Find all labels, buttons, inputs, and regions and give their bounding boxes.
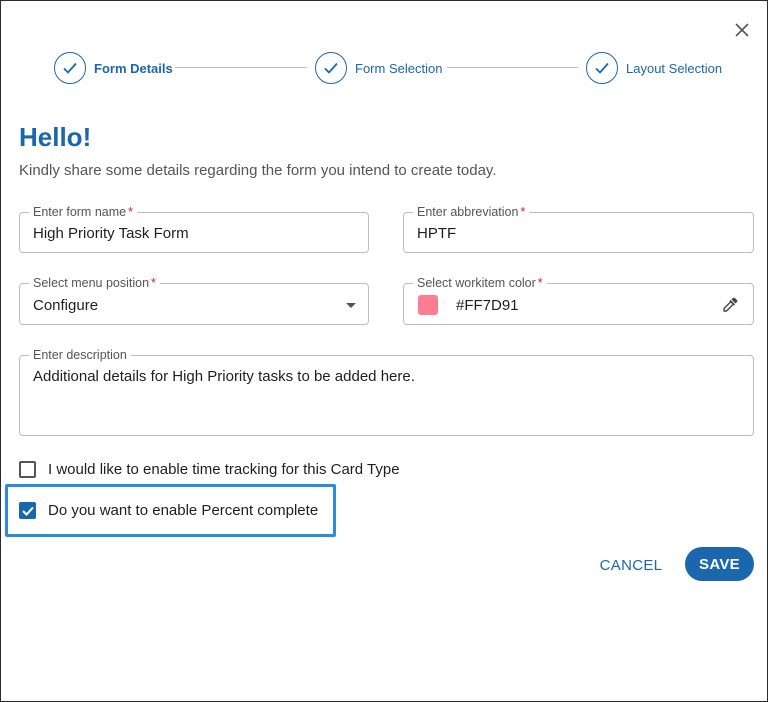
cancel-button[interactable]: CANCEL — [595, 549, 667, 581]
create-form-dialog: Form Details Form Selection Layout Selec… — [0, 0, 768, 702]
caret-down-icon — [346, 303, 356, 308]
percent-complete-checkbox[interactable] — [19, 502, 36, 519]
menu-position-label: Select menu position * — [29, 275, 160, 291]
eyedropper-icon[interactable] — [721, 296, 739, 314]
menu-position-select[interactable]: Select menu position * Configure — [19, 275, 369, 325]
percent-complete-option[interactable]: Do you want to enable Percent complete — [19, 502, 318, 519]
form-name-label: Enter form name * — [29, 204, 137, 220]
step-complete-indicator — [586, 52, 618, 84]
step-label: Layout Selection — [626, 60, 723, 76]
checkmark-icon — [324, 62, 338, 74]
time-tracking-option[interactable]: I would like to enable time tracking for… — [19, 461, 400, 478]
abbreviation-field[interactable]: Enter abbreviation * HPTF — [403, 204, 754, 253]
workitem-color-label: Select workitem color * — [413, 275, 547, 291]
page-subtitle: Kindly share some details regarding the … — [19, 162, 497, 179]
step-form-selection[interactable]: Form Selection — [315, 51, 442, 85]
page-title: Hello! — [19, 122, 92, 152]
close-button[interactable] — [731, 19, 753, 41]
form-name-field[interactable]: Enter form name * High Priority Task Form — [19, 204, 369, 253]
time-tracking-checkbox[interactable] — [19, 461, 36, 478]
save-button[interactable]: SAVE — [685, 547, 754, 581]
checkmark-icon — [595, 62, 609, 74]
step-form-details[interactable]: Form Details — [54, 51, 173, 85]
time-tracking-label: I would like to enable time tracking for… — [48, 461, 400, 478]
step-complete-indicator — [54, 52, 86, 84]
step-layout-selection[interactable]: Layout Selection — [586, 51, 722, 85]
menu-position-value: Configure — [33, 297, 99, 314]
abbreviation-value: HPTF — [417, 225, 457, 242]
description-label: Enter description — [29, 347, 131, 363]
close-icon — [735, 23, 749, 37]
form-name-value: High Priority Task Form — [33, 225, 189, 242]
color-swatch — [418, 295, 438, 315]
stepper: Form Details Form Selection Layout Selec… — [1, 51, 768, 85]
description-value: Additional details for High Priority tas… — [33, 368, 415, 385]
step-complete-indicator — [315, 52, 347, 84]
step-label: Form Selection — [355, 60, 443, 76]
workitem-color-field[interactable]: Select workitem color * #FF7D91 — [403, 275, 754, 325]
checkmark-icon — [21, 506, 34, 516]
description-field[interactable]: Enter description Additional details for… — [19, 347, 754, 436]
abbreviation-label: Enter abbreviation * — [413, 204, 530, 220]
step-label: Form Details — [94, 60, 173, 76]
stepper-connector — [447, 67, 578, 68]
percent-complete-label: Do you want to enable Percent complete — [48, 502, 319, 519]
stepper-connector — [175, 67, 307, 68]
checkmark-icon — [63, 62, 77, 74]
workitem-color-value: #FF7D91 — [456, 297, 519, 314]
